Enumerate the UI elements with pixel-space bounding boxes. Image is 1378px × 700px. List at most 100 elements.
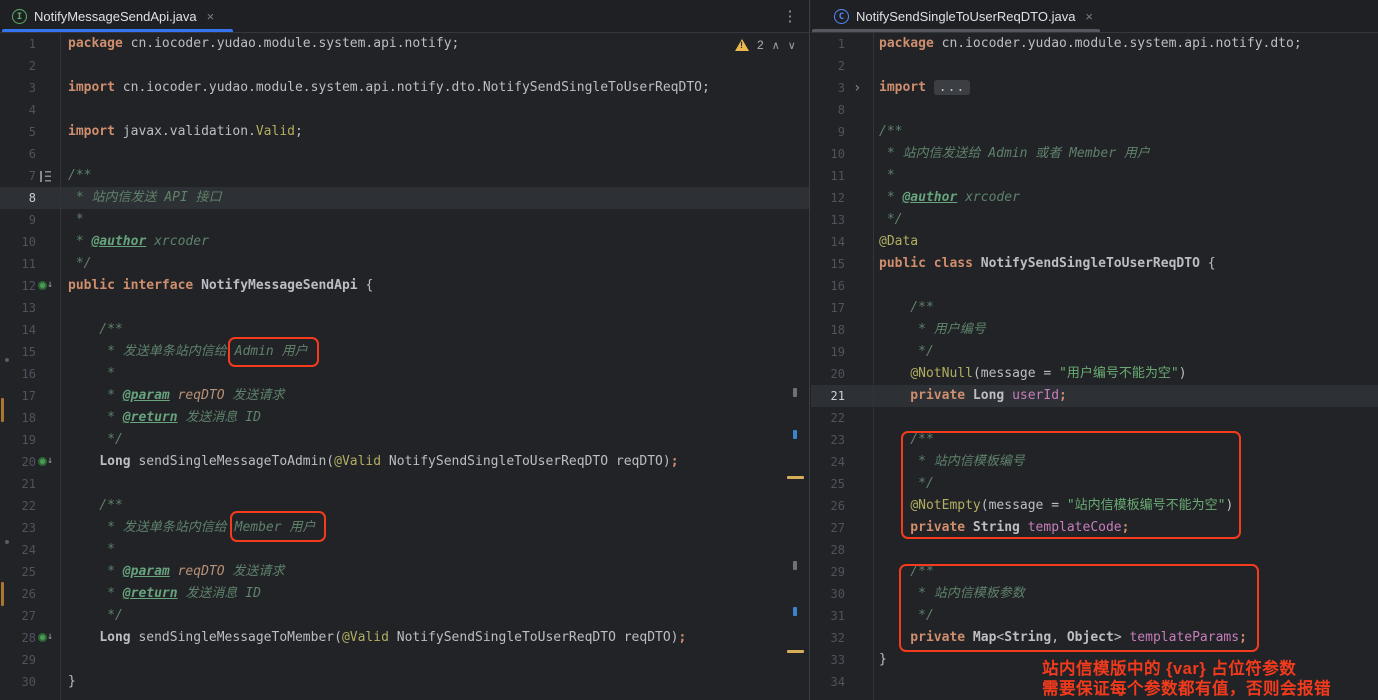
code-line[interactable]: 26 * @return 发送消息 ID: [0, 583, 809, 605]
code-line[interactable]: 24 * 站内信模板编号: [811, 451, 1378, 473]
gutter[interactable]: [36, 429, 60, 451]
line-number[interactable]: 34: [811, 671, 845, 693]
code-line[interactable]: 21 private Long userId;: [811, 385, 1378, 407]
gutter[interactable]: [36, 33, 60, 55]
line-number[interactable]: 27: [0, 605, 36, 627]
code-line[interactable]: 27 private String templateCode;: [811, 517, 1378, 539]
code-line[interactable]: 21: [0, 473, 809, 495]
line-number[interactable]: 4: [0, 99, 36, 121]
gutter[interactable]: [845, 253, 873, 275]
gutter[interactable]: [845, 165, 873, 187]
code-text[interactable]: import cn.iocoder.yudao.module.system.ap…: [60, 77, 710, 99]
code-line[interactable]: 10 * @author xrcoder: [0, 231, 809, 253]
code-line[interactable]: 9/**: [811, 121, 1378, 143]
line-number[interactable]: 2: [0, 55, 36, 77]
gutter[interactable]: ↓: [36, 451, 60, 473]
code-line[interactable]: 23 /**: [811, 429, 1378, 451]
code-line[interactable]: 12 * @author xrcoder: [811, 187, 1378, 209]
code-text[interactable]: private String templateCode;: [873, 517, 1129, 539]
code-text[interactable]: */: [873, 473, 934, 495]
gutter[interactable]: [845, 495, 873, 517]
line-number[interactable]: 23: [0, 517, 36, 539]
code-line[interactable]: 17 /**: [811, 297, 1378, 319]
code-text[interactable]: * 站内信模板参数: [873, 583, 1025, 605]
code-text[interactable]: /**: [873, 561, 934, 583]
code-line[interactable]: 20 @NotNull(message = "用户编号不能为空"): [811, 363, 1378, 385]
fold-chevron-icon[interactable]: ›: [853, 77, 861, 99]
code-line[interactable]: 6: [0, 143, 809, 165]
line-number[interactable]: 28: [0, 627, 36, 649]
stripe-mark-gray[interactable]: [793, 388, 797, 397]
gutter[interactable]: [36, 209, 60, 231]
code-text[interactable]: package cn.iocoder.yudao.module.system.a…: [60, 33, 459, 55]
code-line[interactable]: 1package cn.iocoder.yudao.module.system.…: [811, 33, 1378, 55]
line-number[interactable]: 14: [0, 319, 36, 341]
next-warning-button[interactable]: ∨: [788, 39, 796, 52]
code-line[interactable]: 13 */: [811, 209, 1378, 231]
line-number[interactable]: 13: [811, 209, 845, 231]
line-number[interactable]: 33: [811, 649, 845, 671]
line-number[interactable]: 3: [811, 77, 845, 99]
code-line[interactable]: 29 /**: [811, 561, 1378, 583]
code-text[interactable]: * 站内信模板编号: [873, 451, 1025, 473]
gutter[interactable]: [845, 231, 873, 253]
code-line[interactable]: 29: [0, 649, 809, 671]
code-text[interactable]: * @param reqDTO 发送请求: [60, 385, 284, 407]
code-text[interactable]: package cn.iocoder.yudao.module.system.a…: [873, 33, 1302, 55]
close-icon[interactable]: ×: [207, 9, 215, 24]
code-line[interactable]: 2: [0, 55, 809, 77]
gutter[interactable]: [36, 99, 60, 121]
stripe-mark-gray[interactable]: [793, 561, 797, 570]
code-line[interactable]: 24 *: [0, 539, 809, 561]
code-line[interactable]: 19 */: [811, 341, 1378, 363]
code-line[interactable]: 13: [0, 297, 809, 319]
code-line[interactable]: 8: [811, 99, 1378, 121]
code-text[interactable]: /**: [60, 319, 123, 341]
gutter[interactable]: [36, 517, 60, 539]
line-number[interactable]: 17: [0, 385, 36, 407]
code-text[interactable]: */: [873, 605, 934, 627]
gutter[interactable]: [36, 187, 60, 209]
line-number[interactable]: 10: [0, 231, 36, 253]
line-number[interactable]: 17: [811, 297, 845, 319]
gutter[interactable]: [845, 627, 873, 649]
gutter[interactable]: [845, 319, 873, 341]
line-number[interactable]: 9: [811, 121, 845, 143]
line-number[interactable]: 11: [0, 253, 36, 275]
code-text[interactable]: /**: [873, 297, 934, 319]
code-text[interactable]: [60, 99, 68, 121]
code-line[interactable]: 11 *: [811, 165, 1378, 187]
line-number[interactable]: 8: [811, 99, 845, 121]
code-line[interactable]: 4: [0, 99, 809, 121]
code-text[interactable]: private Long userId;: [873, 385, 1067, 407]
gutter[interactable]: [36, 77, 60, 99]
close-icon[interactable]: ×: [1085, 9, 1093, 24]
gutter[interactable]: [845, 561, 873, 583]
code-text[interactable]: }: [60, 671, 76, 693]
gutter[interactable]: [845, 649, 873, 671]
gutter[interactable]: [36, 473, 60, 495]
line-number[interactable]: 13: [0, 297, 36, 319]
gutter[interactable]: ↓: [36, 275, 60, 297]
line-number[interactable]: 25: [811, 473, 845, 495]
gutter[interactable]: [36, 143, 60, 165]
code-text[interactable]: public interface NotifyMessageSendApi {: [60, 275, 373, 297]
render-doc-icon[interactable]: [40, 171, 51, 182]
code-text[interactable]: *: [873, 165, 895, 187]
line-number[interactable]: 19: [0, 429, 36, 451]
gutter[interactable]: [36, 165, 60, 187]
gutter[interactable]: [36, 231, 60, 253]
line-number[interactable]: 7: [0, 165, 36, 187]
line-number[interactable]: 31: [811, 605, 845, 627]
gutter[interactable]: [36, 121, 60, 143]
gutter[interactable]: [845, 605, 873, 627]
code-line[interactable]: 12↓public interface NotifyMessageSendApi…: [0, 275, 809, 297]
gutter[interactable]: [845, 55, 873, 77]
code-text[interactable]: private Map<String, Object> templatePara…: [873, 627, 1247, 649]
line-number[interactable]: 30: [811, 583, 845, 605]
line-number[interactable]: 28: [811, 539, 845, 561]
code-line[interactable]: 27 */: [0, 605, 809, 627]
code-text[interactable]: *: [60, 363, 115, 385]
line-number[interactable]: 25: [0, 561, 36, 583]
code-text[interactable]: * 用户编号: [873, 319, 986, 341]
